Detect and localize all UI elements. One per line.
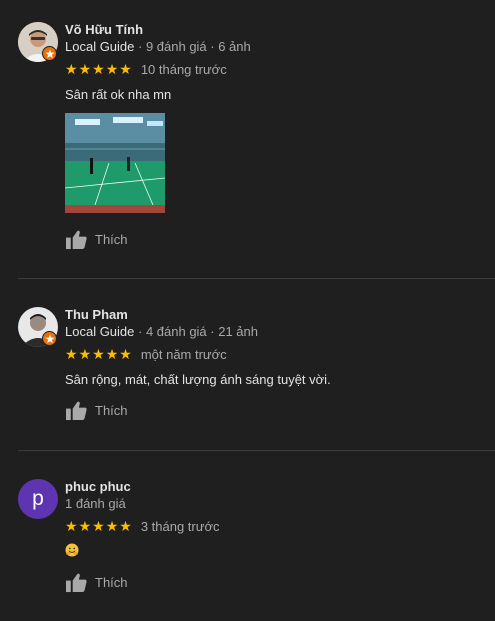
star-icon: ★	[65, 346, 78, 363]
star-icon: ★	[78, 61, 92, 78]
local-guide-badge-icon	[42, 331, 57, 346]
rating-row: ★ ★ ★ ★ ★ 10 tháng trước	[65, 62, 227, 77]
star-icon: ★	[92, 61, 105, 78]
thumbs-up-icon	[66, 401, 87, 421]
star-icon: ★	[92, 518, 105, 535]
like-label: Thích	[95, 575, 128, 590]
reviewer-meta: Local Guide · 9 đánh giá · 6 ảnh	[65, 39, 251, 54]
star-icon: ★	[78, 518, 92, 535]
star-icon: ★	[119, 61, 132, 78]
reviewer-meta: Local Guide · 4 đánh giá · 21 ảnh	[65, 324, 258, 339]
reviewer-name[interactable]: Võ Hữu Tính	[65, 22, 143, 37]
star-icon: ★	[65, 61, 78, 78]
badminton-court-photo-icon	[65, 113, 165, 213]
reviewer-stats: · 4 đánh giá · 21 ảnh	[134, 324, 258, 339]
thumbs-up-icon	[66, 573, 87, 593]
like-button[interactable]: Thích	[65, 572, 128, 593]
star-icon: ★	[65, 518, 78, 535]
like-label: Thích	[95, 403, 128, 418]
reviewer-name[interactable]: Thu Pham	[65, 307, 128, 322]
star-rating: ★ ★ ★ ★ ★	[65, 348, 132, 362]
rating-row: ★ ★ ★ ★ ★ 3 tháng trước	[65, 519, 219, 534]
star-rating: ★ ★ ★ ★ ★	[65, 520, 132, 534]
star-icon: ★	[119, 346, 132, 363]
reviewer-stats: · 9 đánh giá · 6 ảnh	[134, 39, 251, 54]
review-time: một năm trước	[140, 347, 227, 362]
review-text: 🤗	[65, 543, 79, 560]
review-text: Sân rộng, mát, chất lượng ánh sáng tuyệt…	[65, 372, 331, 387]
reviewer-meta: 1 đánh giá	[65, 496, 126, 511]
star-rating: ★ ★ ★ ★ ★	[65, 63, 132, 77]
review-divider	[18, 278, 495, 279]
star-icon: ★	[105, 61, 119, 78]
hugging-face-icon	[65, 543, 79, 557]
review-time: 3 tháng trước	[140, 519, 220, 534]
local-guide-label: Local Guide	[65, 39, 135, 54]
rating-row: ★ ★ ★ ★ ★ một năm trước	[65, 347, 227, 362]
review-time: 10 tháng trước	[140, 62, 227, 77]
like-label: Thích	[95, 232, 128, 247]
star-icon: ★	[105, 518, 119, 535]
local-guide-label: Local Guide	[65, 324, 135, 339]
star-icon: ★	[105, 346, 119, 363]
local-guide-badge-icon	[42, 46, 57, 61]
reviewer-avatar[interactable]: p	[18, 479, 58, 519]
review-divider	[18, 450, 495, 451]
thumbs-up-icon	[66, 230, 87, 250]
review-text: Sân rất ok nha mn	[65, 87, 172, 102]
like-button[interactable]: Thích	[65, 400, 128, 421]
reviewer-stats: 1 đánh giá	[65, 496, 126, 511]
review-card: Võ Hữu Tính Local Guide · 9 đánh giá · 6…	[0, 0, 495, 278]
star-icon: ★	[92, 346, 105, 363]
like-button[interactable]: Thích	[65, 229, 128, 250]
avatar-letter: p	[32, 486, 44, 510]
star-icon: ★	[78, 346, 92, 363]
reviewer-name[interactable]: phuc phuc	[65, 479, 131, 494]
review-photo[interactable]	[65, 113, 165, 213]
star-icon: ★	[119, 518, 132, 535]
